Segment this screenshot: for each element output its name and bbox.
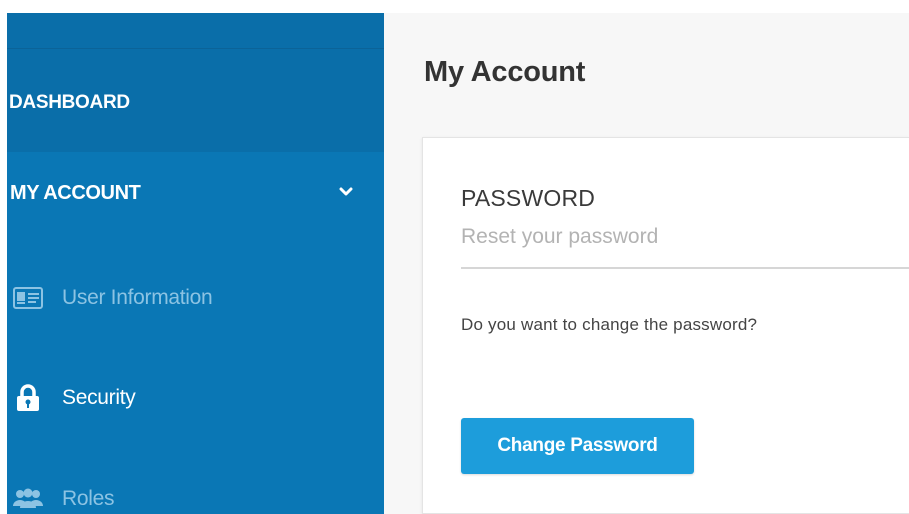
sidebar-item-dashboard[interactable]: DASHBOARD (7, 49, 384, 152)
sidebar-item-user-information[interactable]: User Information (7, 268, 384, 328)
sidebar-item-dashboard-label: DASHBOARD (9, 91, 130, 113)
chevron-down-icon[interactable] (339, 187, 353, 197)
card-subtitle: Reset your password (461, 225, 659, 248)
sidebar-item-security[interactable]: Security (7, 368, 384, 428)
sidebar: DASHBOARD MY ACCOUNT User Information Se… (7, 13, 384, 514)
change-password-prompt: Do you want to change the password? (461, 315, 758, 334)
users-icon (11, 484, 45, 514)
sidebar-item-my-account-label: MY ACCOUNT (10, 181, 141, 204)
id-card-icon (11, 283, 45, 313)
page-title: My Account (424, 56, 586, 88)
sidebar-item-label: User Information (62, 286, 213, 309)
sidebar-item-label: Roles (62, 487, 115, 510)
change-password-button[interactable]: Change Password (461, 418, 694, 474)
sidebar-item-roles[interactable]: Roles (7, 469, 384, 514)
sidebar-item-my-account[interactable]: MY ACCOUNT (7, 152, 384, 238)
password-card: PASSWORD Reset your password Do you want… (422, 137, 909, 514)
app-root: DASHBOARD MY ACCOUNT User Information Se… (0, 0, 909, 514)
lock-icon (11, 383, 45, 413)
sidebar-item-label: Security (62, 386, 136, 409)
card-divider (461, 267, 909, 269)
main-content: My Account PASSWORD Reset your password … (384, 13, 909, 514)
card-title: PASSWORD (461, 185, 596, 211)
sidebar-top-strip (7, 13, 384, 49)
